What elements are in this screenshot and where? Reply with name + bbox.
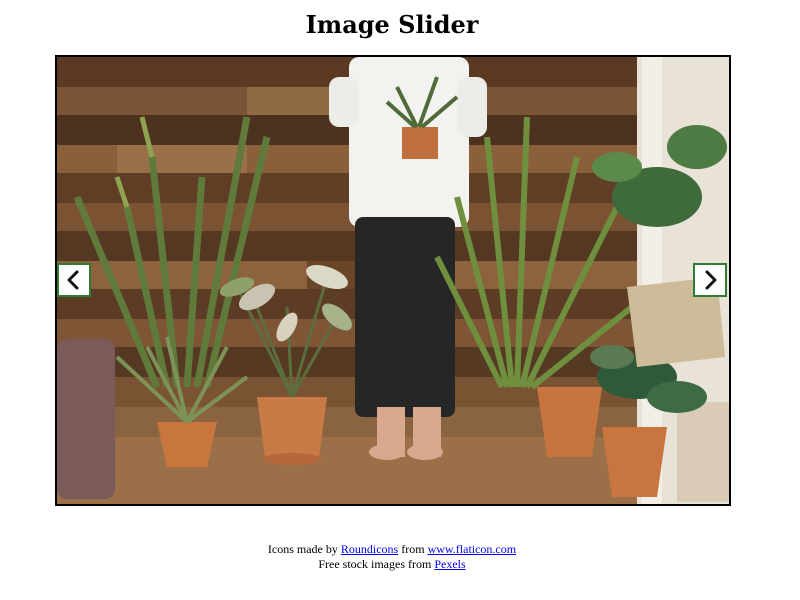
icon-credit-middle: from [398,542,428,556]
slide-image [57,57,729,504]
image-credit-prefix: Free stock images from [318,557,435,571]
roundicons-link[interactable]: Roundicons [341,542,398,556]
image-slider [55,55,731,506]
icon-credit-line: Icons made by Roundicons from www.flatic… [0,542,784,557]
chevron-right-icon [705,270,717,290]
flaticon-link[interactable]: www.flaticon.com [428,542,517,556]
credits: Icons made by Roundicons from www.flatic… [0,542,784,572]
chevron-left-icon [67,270,79,290]
prev-slide-button[interactable] [57,263,91,297]
icon-credit-prefix: Icons made by [267,542,341,556]
image-credit-line: Free stock images from Pexels [0,557,784,572]
next-slide-button[interactable] [693,263,727,297]
page-title: Image Slider [305,10,479,39]
pexels-link[interactable]: Pexels [434,557,465,571]
